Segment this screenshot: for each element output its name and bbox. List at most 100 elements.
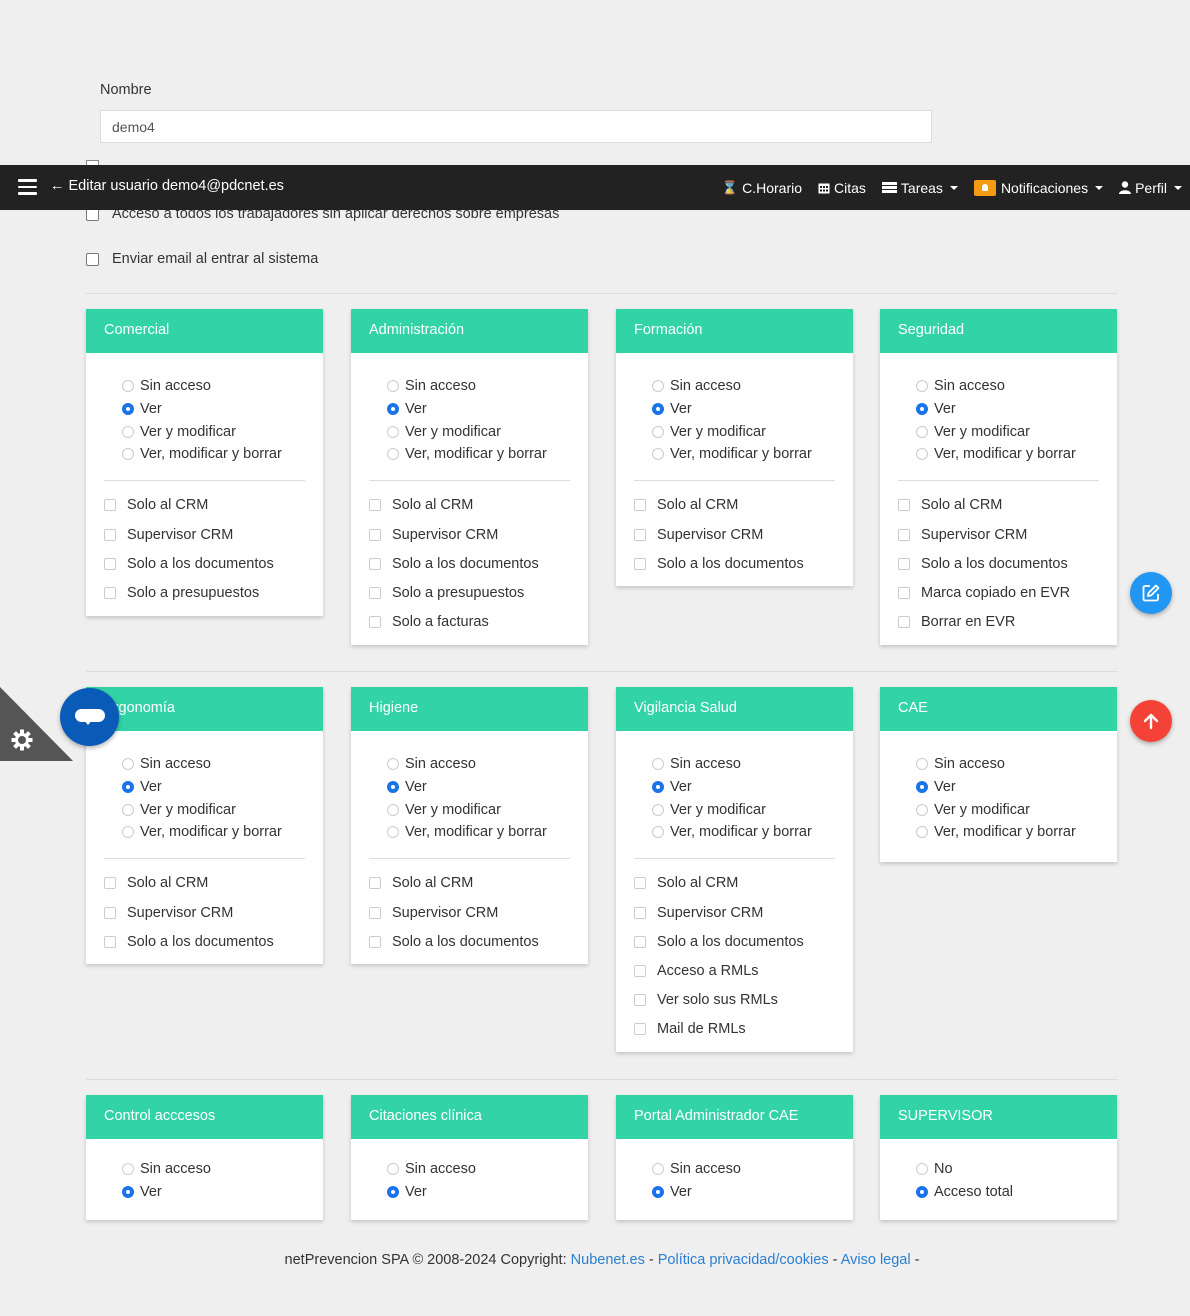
- radio-button[interactable]: [387, 1186, 399, 1199]
- checkbox[interactable]: [634, 499, 646, 512]
- radio-button[interactable]: [916, 758, 928, 771]
- checkbox[interactable]: [369, 586, 381, 599]
- nav-perfil[interactable]: Perfil: [1119, 180, 1182, 196]
- radio-button[interactable]: [916, 425, 928, 438]
- nav-horario[interactable]: ⌛ C.Horario: [722, 180, 802, 196]
- checkbox[interactable]: [369, 877, 381, 890]
- radio-button[interactable]: [122, 758, 134, 771]
- checkbox[interactable]: [104, 935, 116, 948]
- access-level-option[interactable]: Ver: [122, 1181, 305, 1204]
- access-level-option[interactable]: Ver: [387, 1181, 570, 1204]
- access-level-option[interactable]: Ver: [652, 398, 835, 421]
- radio-button[interactable]: [916, 448, 928, 461]
- access-level-option[interactable]: Sin acceso: [122, 1158, 305, 1181]
- radio-button[interactable]: [122, 380, 134, 393]
- access-level-option[interactable]: No: [916, 1158, 1099, 1181]
- permission-option[interactable]: Supervisor CRM: [898, 520, 1099, 549]
- gear-icon[interactable]: [11, 729, 33, 751]
- radio-button[interactable]: [652, 1163, 664, 1176]
- checkbox[interactable]: [104, 528, 116, 541]
- access-level-option[interactable]: Ver, modificar y borrar: [916, 443, 1099, 466]
- access-level-option[interactable]: Ver: [652, 776, 835, 799]
- radio-button[interactable]: [916, 781, 928, 794]
- scroll-top-button[interactable]: [1130, 700, 1172, 742]
- permission-option[interactable]: Acceso a RMLs: [634, 956, 835, 985]
- hamburger-icon[interactable]: [18, 179, 37, 195]
- radio-button[interactable]: [122, 448, 134, 461]
- footer-link-legal[interactable]: Aviso legal: [841, 1252, 911, 1268]
- checkbox[interactable]: [104, 877, 116, 890]
- permission-option[interactable]: Solo a los documentos: [369, 927, 570, 956]
- radio-button[interactable]: [387, 448, 399, 461]
- email-checkbox[interactable]: [86, 252, 99, 266]
- email-option[interactable]: Enviar email al entrar al sistema: [86, 251, 318, 267]
- checkbox[interactable]: [898, 499, 910, 512]
- permission-option[interactable]: Supervisor CRM: [104, 520, 305, 549]
- radio-button[interactable]: [652, 448, 664, 461]
- access-level-option[interactable]: Ver, modificar y borrar: [387, 443, 570, 466]
- access-level-option[interactable]: Ver y modificar: [916, 420, 1099, 443]
- access-level-option[interactable]: Sin acceso: [387, 375, 570, 398]
- access-level-option[interactable]: Ver: [916, 776, 1099, 799]
- chat-button[interactable]: [60, 688, 119, 746]
- permission-option[interactable]: Supervisor CRM: [369, 898, 570, 927]
- access-level-option[interactable]: Ver: [387, 776, 570, 799]
- checkbox[interactable]: [104, 586, 116, 599]
- permission-option[interactable]: Solo a presupuestos: [104, 578, 305, 607]
- permission-option[interactable]: Solo al CRM: [104, 491, 305, 520]
- checkbox[interactable]: [898, 616, 910, 629]
- radio-button[interactable]: [916, 403, 928, 416]
- access-level-option[interactable]: Ver y modificar: [387, 798, 570, 821]
- radio-button[interactable]: [122, 803, 134, 816]
- radio-button[interactable]: [652, 781, 664, 794]
- radio-button[interactable]: [916, 380, 928, 393]
- access-level-option[interactable]: Ver y modificar: [652, 420, 835, 443]
- nav-tareas[interactable]: Tareas: [881, 180, 958, 196]
- nav-notificaciones[interactable]: Notificaciones: [973, 179, 1104, 196]
- access-level-option[interactable]: Ver y modificar: [652, 798, 835, 821]
- radio-button[interactable]: [652, 380, 664, 393]
- access-level-option[interactable]: Sin acceso: [652, 753, 835, 776]
- permission-option[interactable]: Borrar en EVR: [898, 608, 1099, 637]
- access-level-option[interactable]: Ver, modificar y borrar: [387, 821, 570, 844]
- permission-option[interactable]: Solo a los documentos: [898, 549, 1099, 578]
- nav-back-title[interactable]: ← Editar usuario demo4@pdcnet.es: [50, 178, 284, 194]
- radio-button[interactable]: [387, 425, 399, 438]
- checkbox[interactable]: [369, 528, 381, 541]
- checkbox[interactable]: [369, 906, 381, 919]
- access-level-option[interactable]: Ver, modificar y borrar: [652, 821, 835, 844]
- permission-option[interactable]: Solo al CRM: [369, 491, 570, 520]
- access-level-option[interactable]: Ver: [916, 398, 1099, 421]
- permission-option[interactable]: Marca copiado en EVR: [898, 578, 1099, 607]
- radio-button[interactable]: [122, 826, 134, 839]
- access-level-option[interactable]: Ver y modificar: [122, 420, 305, 443]
- radio-button[interactable]: [122, 781, 134, 794]
- access-level-option[interactable]: Ver y modificar: [387, 420, 570, 443]
- checkbox[interactable]: [634, 877, 646, 890]
- radio-button[interactable]: [916, 803, 928, 816]
- permission-option[interactable]: Solo al CRM: [369, 869, 570, 898]
- permission-option[interactable]: Supervisor CRM: [634, 520, 835, 549]
- access-level-option[interactable]: Ver: [122, 398, 305, 421]
- access-level-option[interactable]: Sin acceso: [916, 375, 1099, 398]
- permission-option[interactable]: Solo al CRM: [634, 869, 835, 898]
- access-level-option[interactable]: Sin acceso: [387, 753, 570, 776]
- radio-button[interactable]: [652, 826, 664, 839]
- access-level-option[interactable]: Sin acceso: [652, 375, 835, 398]
- radio-button[interactable]: [122, 1186, 134, 1199]
- name-input[interactable]: [100, 110, 932, 143]
- permission-option[interactable]: Supervisor CRM: [369, 520, 570, 549]
- checkbox[interactable]: [634, 1023, 646, 1036]
- permission-option[interactable]: Solo a los documentos: [104, 549, 305, 578]
- access-level-option[interactable]: Sin acceso: [122, 375, 305, 398]
- access-level-option[interactable]: Ver: [652, 1181, 835, 1204]
- permission-option[interactable]: Solo a presupuestos: [369, 578, 570, 607]
- radio-button[interactable]: [387, 380, 399, 393]
- checkbox[interactable]: [634, 994, 646, 1007]
- radio-button[interactable]: [387, 781, 399, 794]
- permission-option[interactable]: Mail de RMLs: [634, 1015, 835, 1044]
- permission-option[interactable]: Solo a los documentos: [369, 549, 570, 578]
- permission-option[interactable]: Solo al CRM: [898, 491, 1099, 520]
- access-level-option[interactable]: Ver, modificar y borrar: [916, 821, 1099, 844]
- radio-button[interactable]: [652, 403, 664, 416]
